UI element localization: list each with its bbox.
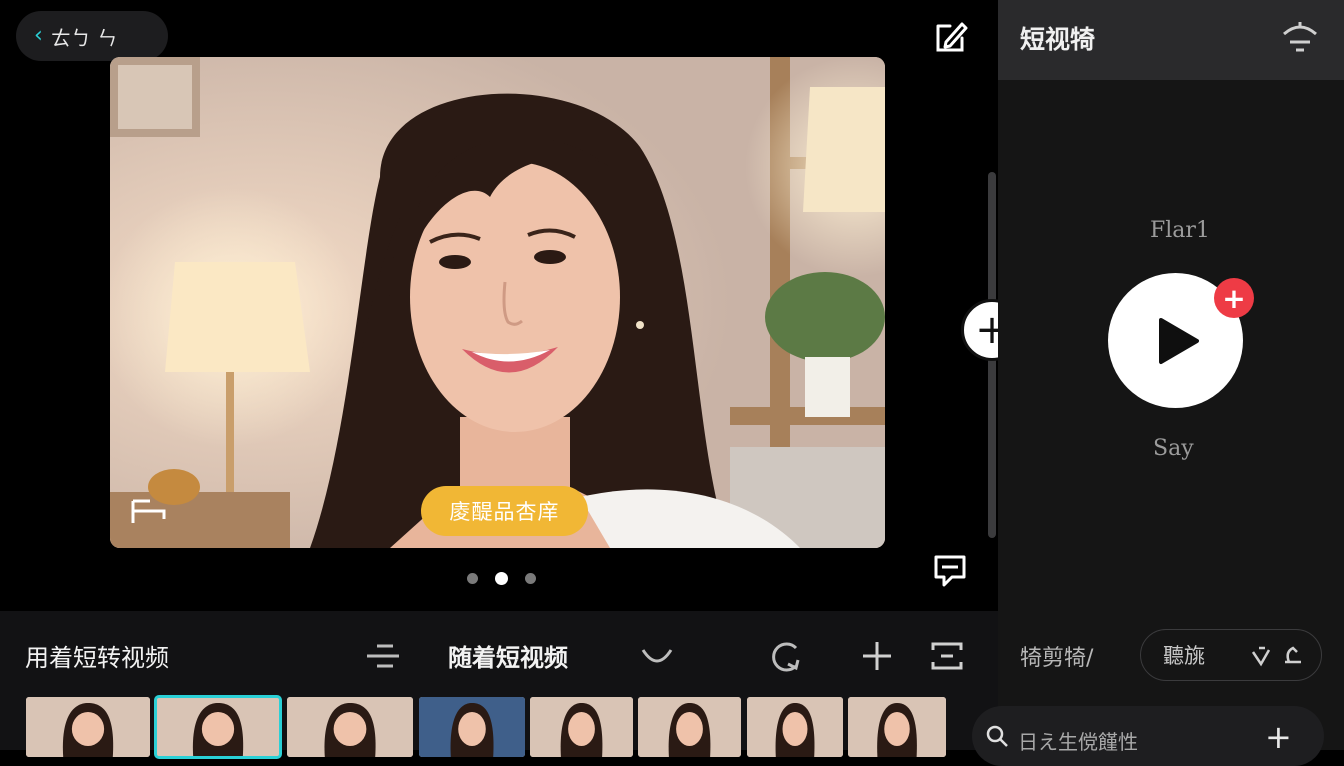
clip-thumbnail[interactable] <box>848 697 946 757</box>
clip-thumbnail[interactable] <box>287 697 413 757</box>
option-chip[interactable]: 聽旐 <box>1140 629 1322 681</box>
clip-thumbnail[interactable] <box>26 697 150 757</box>
clip-thumbnail[interactable] <box>419 697 525 757</box>
back-button[interactable]: ‹ ㄊㄅ ㄣ <box>16 11 168 61</box>
page-dot[interactable] <box>525 573 536 584</box>
effects-icon <box>1251 646 1301 667</box>
clip-thumbnail-selected[interactable] <box>154 695 282 759</box>
caption-sticker[interactable]: 庱醍品杏庠 <box>421 486 588 536</box>
option-chip-label: 聽旐 <box>1163 644 1205 668</box>
rotate-icon[interactable] <box>766 638 806 674</box>
page-dot[interactable] <box>467 573 478 584</box>
search-icon <box>986 725 1008 747</box>
clip-thumbnail[interactable] <box>638 697 741 757</box>
toolbar-label-left[interactable]: 用着短转视频 <box>25 638 169 673</box>
toolbar-label-mid[interactable]: 随着短视频 <box>448 638 568 673</box>
plus-icon[interactable] <box>857 638 897 674</box>
clip-thumbnail[interactable] <box>747 697 843 757</box>
signal-icon[interactable] <box>1280 18 1320 56</box>
video-preview[interactable] <box>110 57 885 548</box>
page-dot-active[interactable] <box>495 572 508 585</box>
track-subtitle: Say <box>1153 436 1194 461</box>
search-label: 日え生傥饉性 <box>1018 730 1138 754</box>
flag-icon[interactable] <box>130 497 168 525</box>
page-indicator <box>467 572 536 585</box>
panel-title: 短视犄 <box>1020 25 1096 54</box>
track-title: Flar1 <box>1150 218 1210 243</box>
search-add-button[interactable]: + <box>1265 718 1292 756</box>
split-icon[interactable] <box>363 638 403 674</box>
back-label: ㄊㄅ ㄣ <box>50 25 118 50</box>
curve-icon[interactable] <box>637 638 677 674</box>
portrait-image <box>110 57 885 548</box>
play-icon <box>1158 317 1199 364</box>
clip-thumbnail[interactable] <box>530 697 633 757</box>
comment-icon[interactable] <box>930 551 970 589</box>
chevron-left-icon: ‹ <box>34 23 43 48</box>
edit-icon[interactable] <box>932 18 970 56</box>
toolbar-label-right[interactable]: 犄剪犄/ <box>1020 640 1093 672</box>
add-badge[interactable]: + <box>1214 278 1254 318</box>
crop-icon[interactable] <box>927 638 967 674</box>
